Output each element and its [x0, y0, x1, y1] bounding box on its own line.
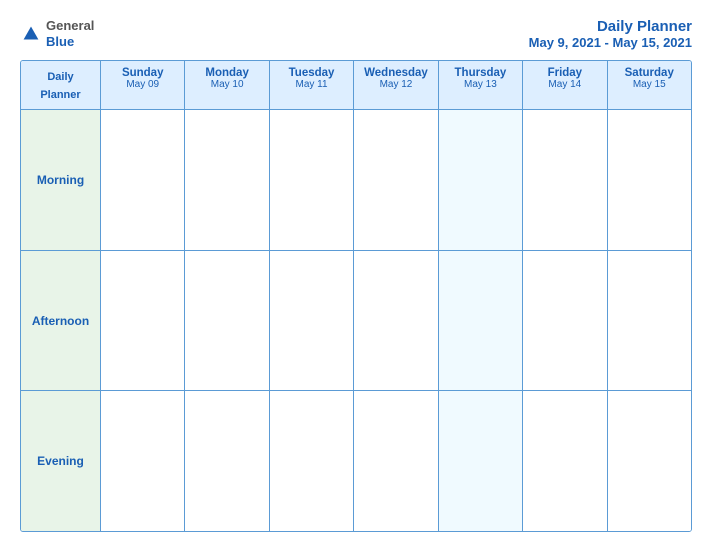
cell-afternoon-wed[interactable]: [354, 251, 438, 391]
col-header-fri: Friday May 14: [523, 61, 607, 109]
calendar: DailyPlanner Sunday May 09 Monday May 10…: [20, 60, 692, 532]
logo-area: GeneralBlue: [20, 18, 94, 49]
row-morning: Morning: [21, 110, 691, 251]
col-header-label: DailyPlanner: [21, 61, 101, 109]
header-right: Daily Planner May 9, 2021 - May 15, 2021: [529, 18, 692, 50]
col-header-thu: Thursday May 13: [439, 61, 523, 109]
cell-evening-fri[interactable]: [523, 391, 607, 531]
logo-text: GeneralBlue: [46, 18, 94, 49]
cell-evening-mon[interactable]: [185, 391, 269, 531]
col-header-sun: Sunday May 09: [101, 61, 185, 109]
page: GeneralBlue Daily Planner May 9, 2021 - …: [0, 0, 712, 550]
col-header-sat: Saturday May 15: [608, 61, 691, 109]
header: GeneralBlue Daily Planner May 9, 2021 - …: [20, 18, 692, 50]
calendar-header-row: DailyPlanner Sunday May 09 Monday May 10…: [21, 61, 691, 110]
row-afternoon: Afternoon: [21, 251, 691, 392]
row-label-morning: Morning: [21, 110, 101, 250]
cell-evening-tue[interactable]: [270, 391, 354, 531]
cell-morning-wed[interactable]: [354, 110, 438, 250]
cell-evening-sun[interactable]: [101, 391, 185, 531]
cell-morning-sat[interactable]: [608, 110, 691, 250]
cell-afternoon-sat[interactable]: [608, 251, 691, 391]
cell-morning-fri[interactable]: [523, 110, 607, 250]
cell-afternoon-sun[interactable]: [101, 251, 185, 391]
row-label-afternoon: Afternoon: [21, 251, 101, 391]
cell-evening-thu[interactable]: [439, 391, 523, 531]
calendar-body: Morning Afternoon: [21, 110, 691, 531]
cell-afternoon-tue[interactable]: [270, 251, 354, 391]
logo-blue: Blue: [46, 34, 74, 49]
header-date-range: May 9, 2021 - May 15, 2021: [529, 35, 692, 50]
generalblue-logo-icon: [20, 23, 42, 45]
header-title: Daily Planner: [529, 18, 692, 35]
cell-morning-mon[interactable]: [185, 110, 269, 250]
cell-morning-sun[interactable]: [101, 110, 185, 250]
col-header-tue: Tuesday May 11: [270, 61, 354, 109]
cell-evening-sat[interactable]: [608, 391, 691, 531]
cell-afternoon-thu[interactable]: [439, 251, 523, 391]
row-label-evening: Evening: [21, 391, 101, 531]
col-header-mon: Monday May 10: [185, 61, 269, 109]
col-header-wed: Wednesday May 12: [354, 61, 438, 109]
cell-morning-tue[interactable]: [270, 110, 354, 250]
cell-morning-thu[interactable]: [439, 110, 523, 250]
cell-afternoon-mon[interactable]: [185, 251, 269, 391]
cell-evening-wed[interactable]: [354, 391, 438, 531]
row-evening: Evening: [21, 391, 691, 531]
cell-afternoon-fri[interactable]: [523, 251, 607, 391]
